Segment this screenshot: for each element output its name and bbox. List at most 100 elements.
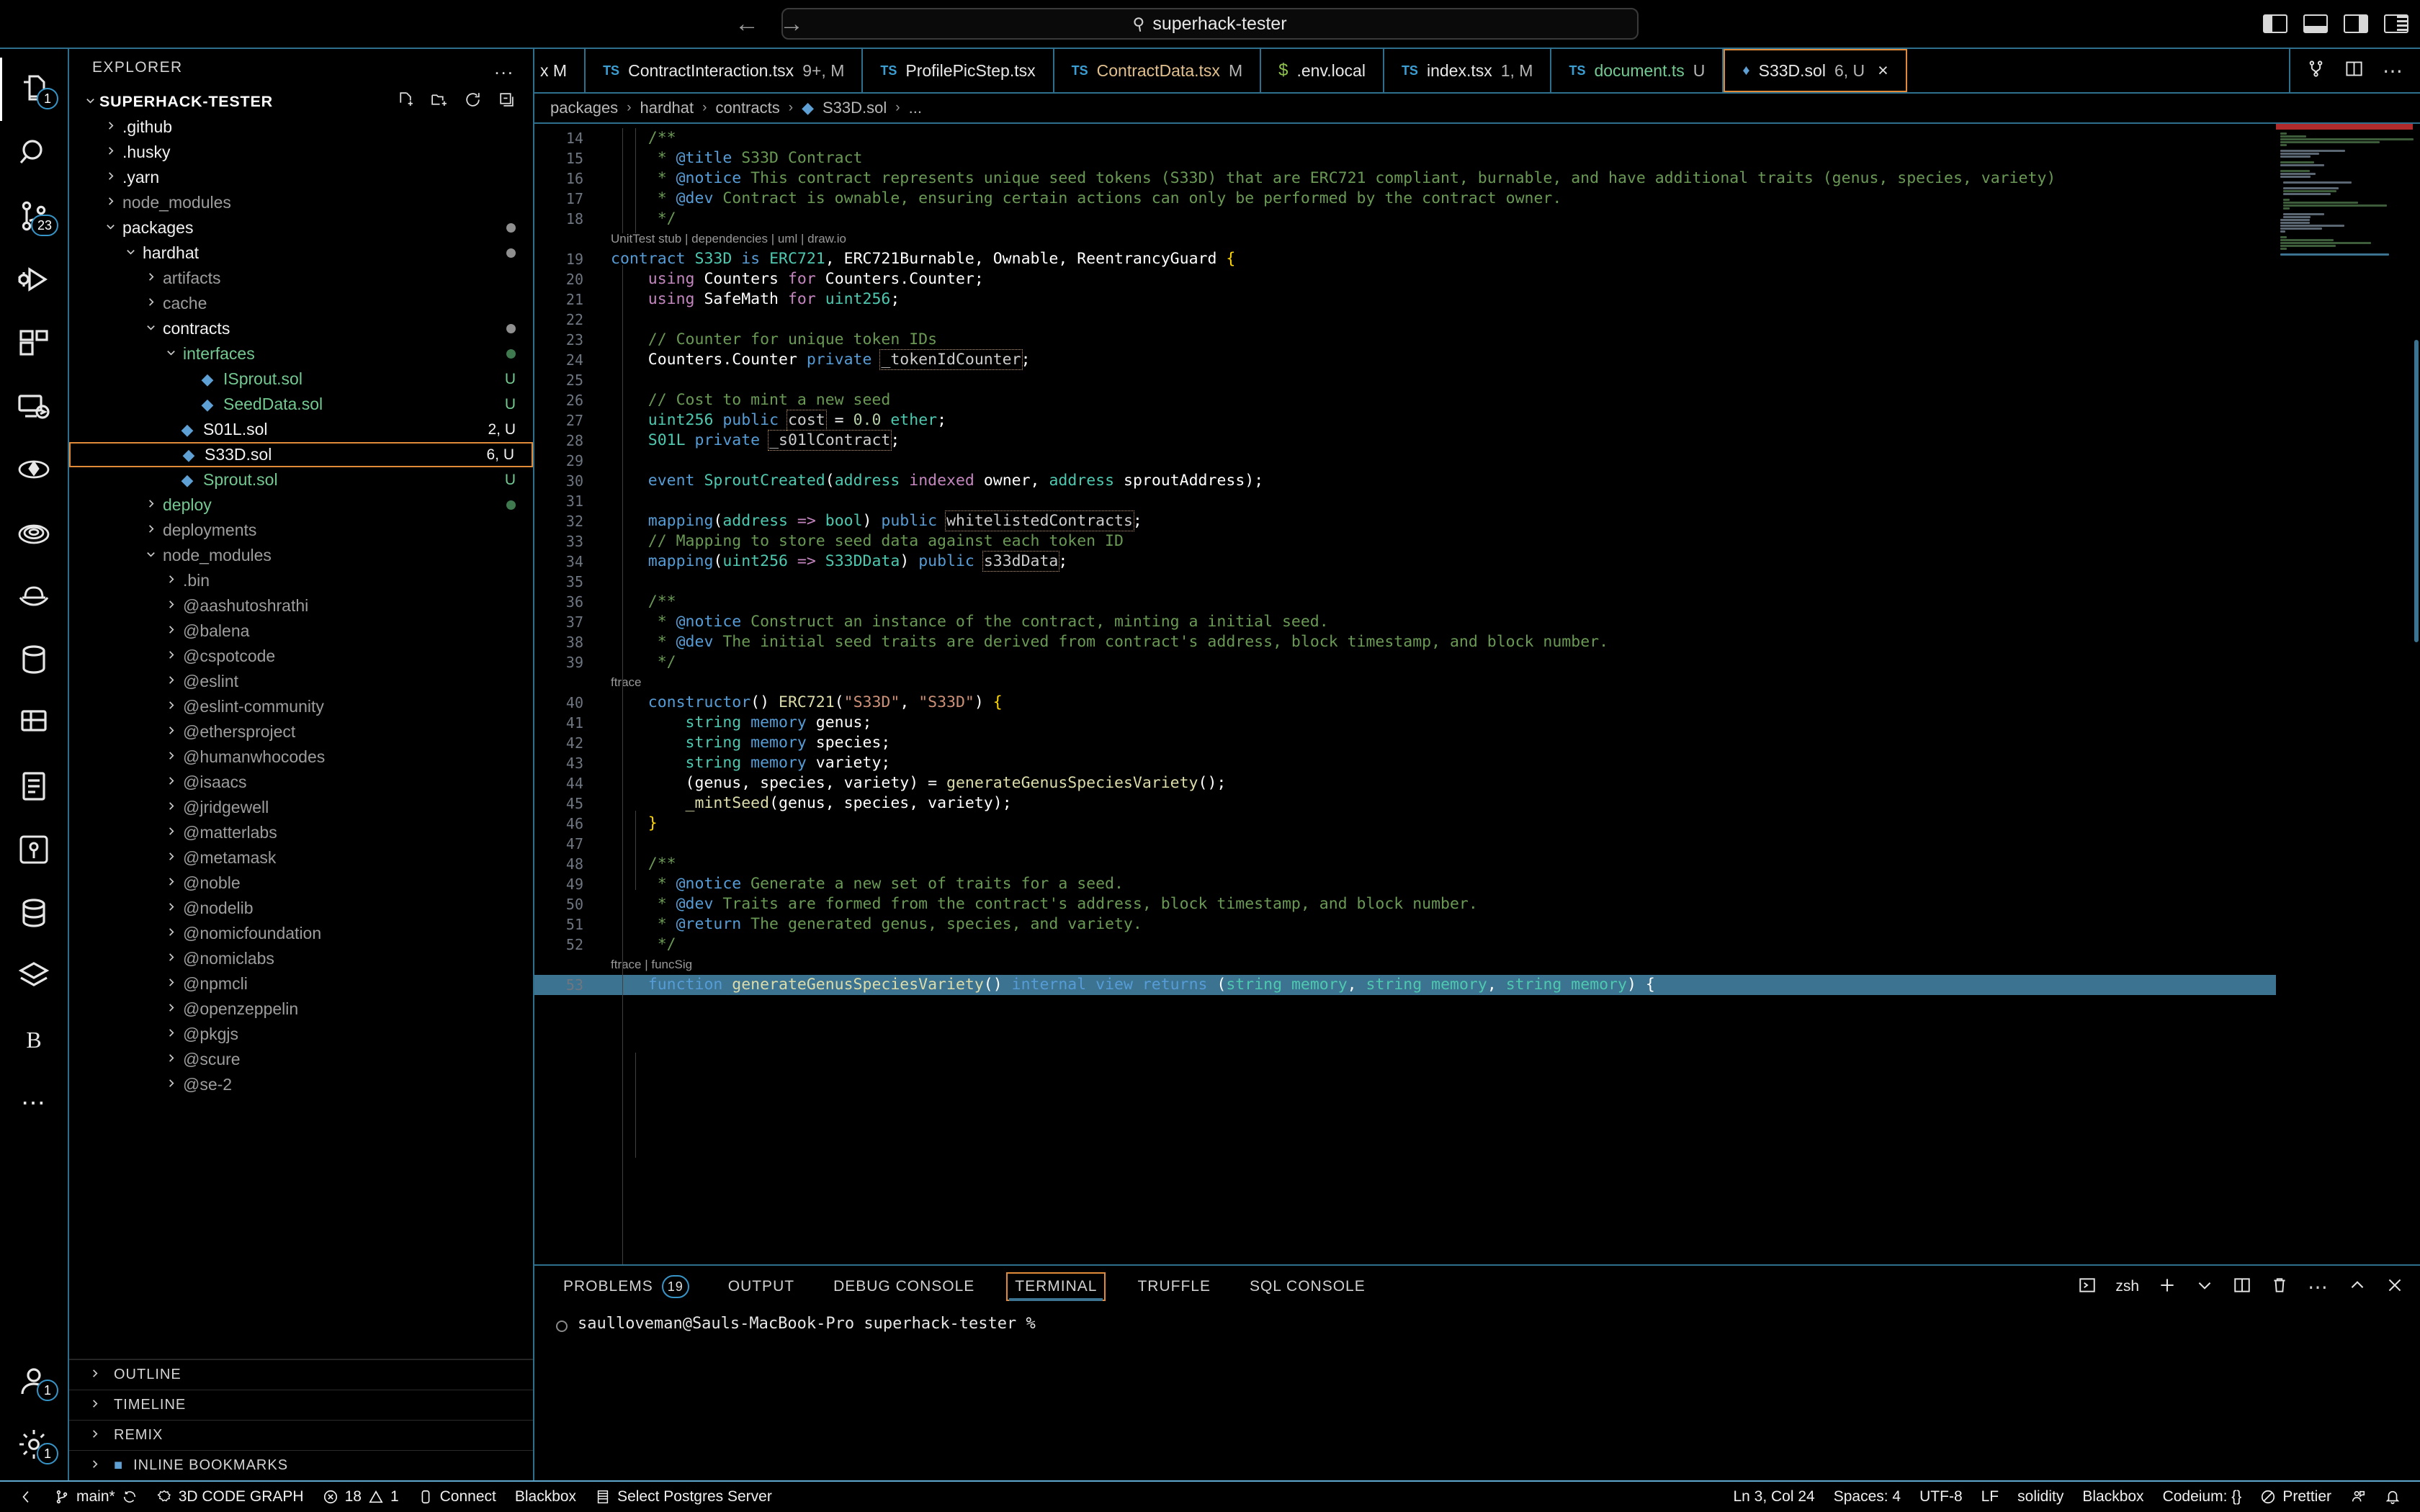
tree-item-node-modules[interactable]: node_modules <box>69 543 533 568</box>
tree-item--pkgjs[interactable]: @pkgjs <box>69 1022 533 1047</box>
new-folder-icon[interactable] <box>430 91 448 113</box>
status-cursor-position[interactable]: Ln 3, Col 24 <box>1724 1488 1824 1506</box>
tree-item-packages[interactable]: packages <box>69 215 533 240</box>
tree-item--aashutoshrathi[interactable]: @aashutoshrathi <box>69 593 533 618</box>
tree-item-s01l-sol[interactable]: ◆ S01L.sol 2, U <box>69 417 533 442</box>
tree-item-node-modules[interactable]: node_modules <box>69 190 533 215</box>
tree-item--github[interactable]: .github <box>69 114 533 140</box>
activity-remote-explorer[interactable] <box>0 374 68 438</box>
section-inline-bookmarks[interactable]: ■ INLINE BOOKMARKS <box>69 1450 533 1480</box>
terminal-shell-label[interactable]: zsh <box>2115 1278 2139 1295</box>
close-panel-icon[interactable] <box>2385 1276 2404 1298</box>
tree-item-artifacts[interactable]: artifacts <box>69 266 533 291</box>
panel-tab-sql-console[interactable]: SQL CONSOLE <box>1242 1274 1373 1300</box>
status-git-branch[interactable]: main* <box>45 1488 147 1506</box>
activity-blackbox[interactable]: B <box>0 1008 68 1071</box>
tree-item--husky[interactable]: .husky <box>69 140 533 165</box>
activity-explorer[interactable]: 1 <box>0 58 68 121</box>
tree-item-interfaces[interactable]: interfaces <box>69 341 533 366</box>
breadcrumb-item-more[interactable]: ... <box>909 99 922 117</box>
section-timeline[interactable]: TIMELINE <box>69 1390 533 1420</box>
status-connect[interactable]: Connect <box>408 1488 506 1506</box>
status-eol[interactable]: LF <box>1972 1488 2009 1506</box>
status-remote-window[interactable] <box>10 1489 45 1505</box>
breadcrumb-item-hardhat[interactable]: hardhat <box>640 99 694 117</box>
arrow-left-icon[interactable]: ← <box>735 12 759 36</box>
status-select-postgres-server[interactable]: Select Postgres Server <box>586 1488 781 1506</box>
split-layout-icon[interactable] <box>2344 59 2364 82</box>
editor-tab-document-ts[interactable]: TS document.ts U <box>1551 49 1724 92</box>
tree-item--cspotcode[interactable]: @cspotcode <box>69 644 533 669</box>
tree-item--eslint-community[interactable]: @eslint-community <box>69 694 533 719</box>
tree-item--humanwhocodes[interactable]: @humanwhocodes <box>69 744 533 770</box>
terminal-output[interactable]: saulloveman@Sauls-MacBook-Pro superhack-… <box>534 1308 2420 1480</box>
tree-item--npmcli[interactable]: @npmcli <box>69 971 533 996</box>
chevron-down-icon[interactable] <box>2195 1276 2214 1298</box>
maximize-panel-icon[interactable] <box>2348 1276 2367 1298</box>
search-input[interactable]: ⚲ superhack-tester <box>781 8 1639 40</box>
status-blackbox-right[interactable]: Blackbox <box>2073 1488 2153 1506</box>
file-tree[interactable]: SUPERHACK-TESTER .github .husky .yarn no… <box>69 86 533 1359</box>
close-icon[interactable]: × <box>1878 60 1888 81</box>
tree-item-s33d-sol[interactable]: ◆ S33D.sol 6, U <box>69 442 533 467</box>
tree-item--metamask[interactable]: @metamask <box>69 845 533 870</box>
panel-tab-terminal[interactable]: TERMINAL <box>1006 1272 1106 1301</box>
tree-item-isprout-sol[interactable]: ◆ ISprout.sol U <box>69 366 533 392</box>
status-blackbox[interactable]: Blackbox <box>506 1488 586 1506</box>
status-language-mode[interactable]: solidity <box>2008 1488 2073 1506</box>
tree-root-superhack-tester[interactable]: SUPERHACK-TESTER <box>69 89 533 114</box>
editor-tab-profilepicstep-tsx[interactable]: TS ProfilePicStep.tsx <box>863 49 1054 92</box>
status-prettier[interactable]: Prettier <box>2251 1488 2341 1506</box>
split-editor-icon[interactable] <box>2306 59 2326 82</box>
tree-item-hardhat[interactable]: hardhat <box>69 240 533 266</box>
new-file-icon[interactable] <box>396 91 414 113</box>
status-encoding[interactable]: UTF-8 <box>1910 1488 1972 1506</box>
editor-tab-index-tsx[interactable]: TS index.tsx 1, M <box>1384 49 1552 92</box>
section-outline[interactable]: OUTLINE <box>69 1359 533 1390</box>
activity-test-explorer[interactable] <box>0 691 68 755</box>
activity-database[interactable] <box>0 628 68 691</box>
tree-item--se-2[interactable]: @se-2 <box>69 1072 533 1097</box>
tree-item--scure[interactable]: @scure <box>69 1047 533 1072</box>
tree-item--jridgewell[interactable]: @jridgewell <box>69 795 533 820</box>
code-lens[interactable]: ftrace | funcSig <box>534 955 2276 975</box>
status-codeium[interactable]: Codeium: {} <box>2154 1488 2251 1506</box>
code-lens[interactable]: UnitTest stub | dependencies | uml | dra… <box>534 229 2276 249</box>
tree-item--openzeppelin[interactable]: @openzeppelin <box>69 996 533 1022</box>
more-actions-icon[interactable]: ⋯ <box>2383 59 2404 83</box>
tree-item--eslint[interactable]: @eslint <box>69 669 533 694</box>
collapse-all-icon[interactable] <box>498 91 516 113</box>
tree-item--yarn[interactable]: .yarn <box>69 165 533 190</box>
arrow-right-icon[interactable]: → <box>779 12 804 36</box>
panel-tab-truffle[interactable]: TRUFFLE <box>1130 1274 1218 1300</box>
status-3d-code-graph[interactable]: 3D CODE GRAPH <box>147 1488 313 1506</box>
tree-item--balena[interactable]: @balena <box>69 618 533 644</box>
customize-layout-icon[interactable] <box>2384 14 2408 33</box>
activity-hardhat[interactable] <box>0 564 68 628</box>
status-problems[interactable]: 18 1 <box>313 1488 408 1506</box>
activity-more-views[interactable]: ⋯ <box>0 1071 68 1135</box>
section-remix[interactable]: REMIX <box>69 1420 533 1450</box>
editor-tab-contractinteraction-tsx[interactable]: TS ContractInteraction.tsx 9+, M <box>586 49 864 92</box>
refresh-icon[interactable] <box>464 91 482 113</box>
status-indentation[interactable]: Spaces: 4 <box>1824 1488 1910 1506</box>
tree-item--nomicfoundation[interactable]: @nomicfoundation <box>69 921 533 946</box>
trash-icon[interactable] <box>2270 1276 2289 1298</box>
panel-tab-debug-console[interactable]: DEBUG CONSOLE <box>826 1274 982 1300</box>
activity-source-control[interactable]: 23 <box>0 184 68 248</box>
activity-layers[interactable] <box>0 945 68 1008</box>
editor-scrollbar[interactable] <box>2414 124 2420 1264</box>
editor-tab--env-local[interactable]: $ .env.local <box>1261 49 1384 92</box>
panel-tab-problems[interactable]: PROBLEMS 19 <box>556 1271 696 1302</box>
tree-item-deployments[interactable]: deployments <box>69 518 533 543</box>
activity-notes[interactable] <box>0 755 68 818</box>
tree-item-cache[interactable]: cache <box>69 291 533 316</box>
breadcrumb-item-file[interactable]: S33D.sol <box>823 99 887 117</box>
tree-item--bin[interactable]: .bin <box>69 568 533 593</box>
breadcrumb-item-contracts[interactable]: contracts <box>715 99 779 117</box>
activity-extensions[interactable] <box>0 311 68 374</box>
split-terminal-icon[interactable] <box>2233 1276 2251 1298</box>
editor-tab-s33d-sol[interactable]: ♦ S33D.sol 6, U × <box>1724 49 1907 92</box>
terminal-icon[interactable] <box>2078 1276 2097 1298</box>
editor-tab-contractdata-tsx[interactable]: TS ContractData.tsx M <box>1054 49 1262 92</box>
